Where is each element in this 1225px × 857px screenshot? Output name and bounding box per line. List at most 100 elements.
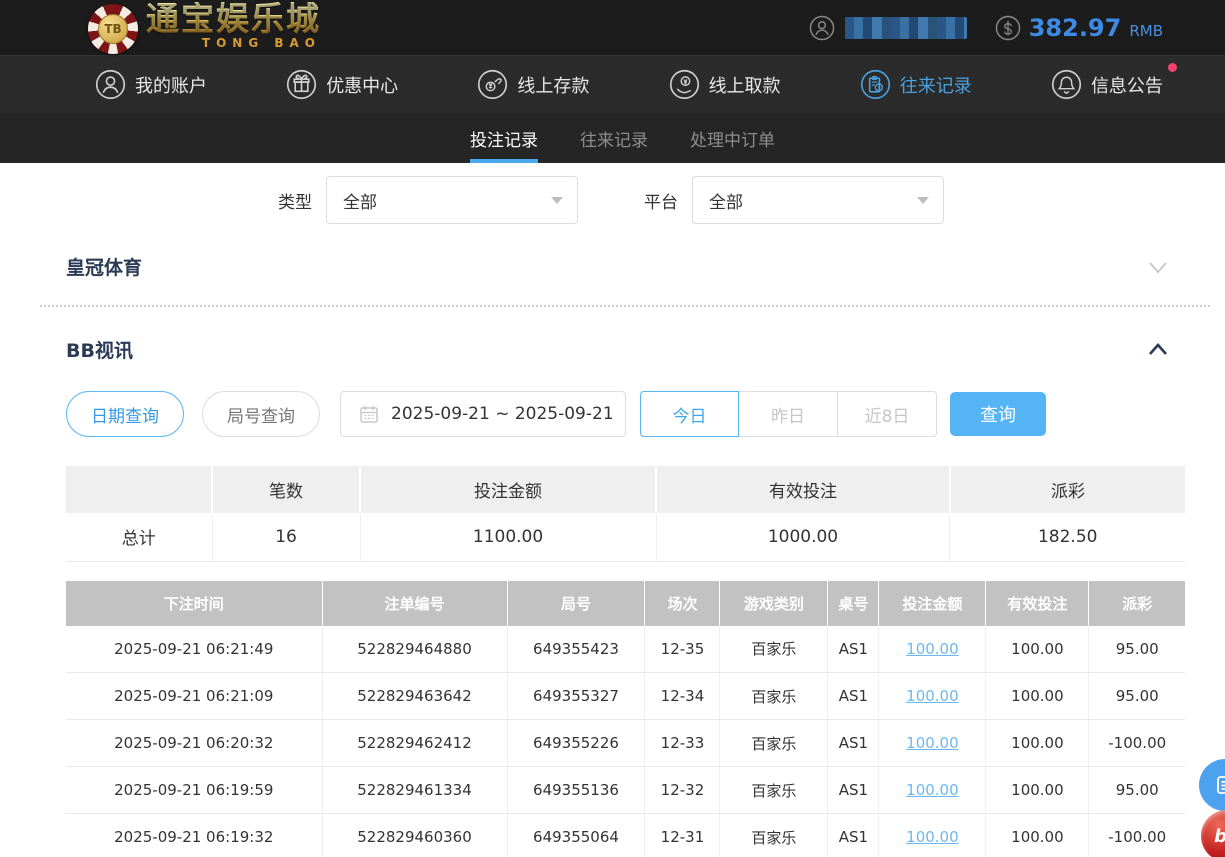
brand-logo[interactable]: TB 通宝娱乐城 TONG BAO (88, 2, 321, 54)
summary-bet-amount-value: 1100.00 (359, 513, 657, 562)
bet-amount-link[interactable]: 100.00 (906, 828, 959, 846)
notification-dot (1167, 63, 1177, 72)
brand-subtitle: TONG BAO (201, 35, 321, 50)
cell-session: 12-33 (644, 719, 720, 767)
cell-table-no: AS1 (827, 719, 879, 767)
cell-round-id: 649355064 (506, 813, 645, 857)
cell-game: 百家乐 (719, 813, 828, 857)
tab-pending-orders[interactable]: 处理中订单 (690, 113, 775, 163)
cell-round-id: 649355423 (506, 625, 645, 673)
date-query-button[interactable]: 日期查询 (66, 391, 184, 437)
bell-icon (1051, 69, 1082, 100)
date-range-value: 2025-09-21 ~ 2025-09-21 (391, 404, 614, 424)
nav-item-promotions[interactable]: 优惠中心 (286, 69, 398, 100)
quick-range-last8days[interactable]: 近8日 (838, 391, 937, 437)
summary-header-count: 笔数 (211, 466, 361, 513)
brand-title: 通宝娱乐城 (146, 0, 321, 38)
type-filter-label: 类型 (278, 192, 312, 213)
bb-logo: bb (1214, 826, 1225, 847)
summary-header-valid-bet: 有效投注 (655, 466, 950, 513)
cell-time: 2025-09-21 06:19:59 (66, 766, 323, 814)
cell-payout: -100.00 (1088, 813, 1185, 857)
bet-amount-link[interactable]: 100.00 (906, 640, 959, 658)
cell-round-id: 649355327 (506, 672, 645, 720)
summary-header-blank (66, 466, 213, 513)
cell-payout: 95.00 (1088, 766, 1185, 814)
cell-session: 12-32 (644, 766, 720, 814)
cell-bet: 100.00 (878, 813, 986, 857)
chevron-up-icon (1145, 337, 1171, 363)
bet-amount-link[interactable]: 100.00 (906, 734, 959, 752)
chevron-down-icon (551, 196, 563, 204)
cell-session: 12-34 (644, 672, 720, 720)
chevron-down-icon (917, 196, 929, 204)
type-select[interactable]: 全部 (326, 176, 578, 224)
nav-item-my-account[interactable]: 我的账户 (95, 69, 207, 100)
column-header: 派彩 (1088, 580, 1185, 626)
nav-label: 线上存款 (517, 75, 590, 97)
casino-chip-icon: TB (88, 3, 138, 54)
summary-table: 笔数 投注金额 有效投注 派彩 总计 16 1100.00 1000.00 18… (66, 466, 1185, 562)
cell-valid: 100.00 (985, 672, 1089, 720)
search-button[interactable]: 查询 (950, 392, 1046, 436)
type-select-value: 全部 (343, 192, 377, 213)
deposit-icon (477, 69, 508, 100)
bet-records-table: 下注时间 注单编号 局号 场次 游戏类别 桌号 投注金额 有效投注 派彩 2025-09-21 … (66, 580, 1185, 857)
cell-table-no: AS1 (827, 625, 879, 673)
cell-session: 12-31 (644, 813, 720, 857)
nav-label: 优惠中心 (326, 75, 399, 97)
coin-icon (995, 15, 1021, 41)
column-header: 游戏类别 (719, 580, 828, 626)
platform-filter: 平台 全部 (644, 176, 944, 224)
tab-transaction-records[interactable]: 往来记录 (580, 113, 648, 163)
section-title: BB视讯 (66, 340, 133, 362)
bet-amount-link[interactable]: 100.00 (906, 687, 959, 705)
nav-label: 线上取款 (708, 75, 781, 97)
column-header: 桌号 (827, 580, 879, 626)
column-header: 局号 (506, 580, 645, 626)
section-crown-sports[interactable]: 皇冠体育 (66, 253, 1185, 280)
user-icon (809, 15, 835, 41)
user-account[interactable] (809, 15, 967, 41)
cell-payout: 95.00 (1088, 672, 1185, 720)
top-right-area: 382.97 RMB (809, 0, 1163, 55)
balance-currency: RMB (1129, 21, 1163, 40)
nav-item-deposit[interactable]: 线上存款 (477, 69, 589, 100)
cell-order-id: 522829462412 (321, 719, 507, 767)
section-divider (40, 305, 1210, 307)
summary-total-row: 总计 16 1100.00 1000.00 182.50 (66, 513, 1185, 562)
cell-order-id: 522829463642 (321, 672, 507, 720)
quick-range-today[interactable]: 今日 (640, 391, 739, 437)
records-icon (860, 69, 891, 100)
main-nav: 我的账户 优惠中心 线上存款 线上取款 往来记录 信息公告 (0, 55, 1225, 113)
column-header: 场次 (644, 580, 720, 626)
cell-order-id: 522829461334 (321, 766, 507, 814)
table-row: 2025-09-21 06:21:49 522829464880 649355423… (66, 625, 1185, 673)
cell-order-id: 522829460360 (321, 813, 507, 857)
round-query-button[interactable]: 局号查询 (202, 391, 320, 437)
balance[interactable]: 382.97 RMB (995, 14, 1163, 42)
cell-bet: 100.00 (878, 672, 986, 720)
nav-item-transaction-records[interactable]: 往来记录 (860, 69, 972, 100)
tab-bet-records[interactable]: 投注记录 (470, 113, 538, 163)
cell-time: 2025-09-21 06:21:09 (66, 672, 323, 720)
date-range-picker[interactable]: 2025-09-21 ~ 2025-09-21 (340, 391, 626, 437)
column-header: 有效投注 (985, 580, 1089, 626)
quick-range-yesterday[interactable]: 昨日 (739, 391, 838, 437)
filter-row: 类型 全部 平台 全部 (278, 176, 1185, 224)
nav-item-announcements[interactable]: 信息公告 (1051, 63, 1177, 100)
brand-text: 通宝娱乐城 TONG BAO (146, 2, 321, 49)
cell-valid: 100.00 (985, 625, 1089, 673)
cell-order-id: 522829464880 (321, 625, 507, 673)
cell-table-no: AS1 (827, 813, 879, 857)
main-content: 类型 全部 平台 全部 皇冠体育 BB视讯 日期查询 局号查询 2025-09-… (0, 176, 1225, 857)
cell-time: 2025-09-21 06:19:32 (66, 813, 323, 857)
platform-select[interactable]: 全部 (692, 176, 944, 224)
nav-item-withdraw[interactable]: 线上取款 (669, 69, 781, 100)
bet-amount-link[interactable]: 100.00 (906, 781, 959, 799)
gift-icon (286, 69, 317, 100)
section-bb-video[interactable]: BB视讯 (66, 336, 1185, 363)
cell-game: 百家乐 (719, 766, 828, 814)
chevron-down-icon (1145, 254, 1171, 280)
summary-count-value: 16 (211, 513, 361, 562)
